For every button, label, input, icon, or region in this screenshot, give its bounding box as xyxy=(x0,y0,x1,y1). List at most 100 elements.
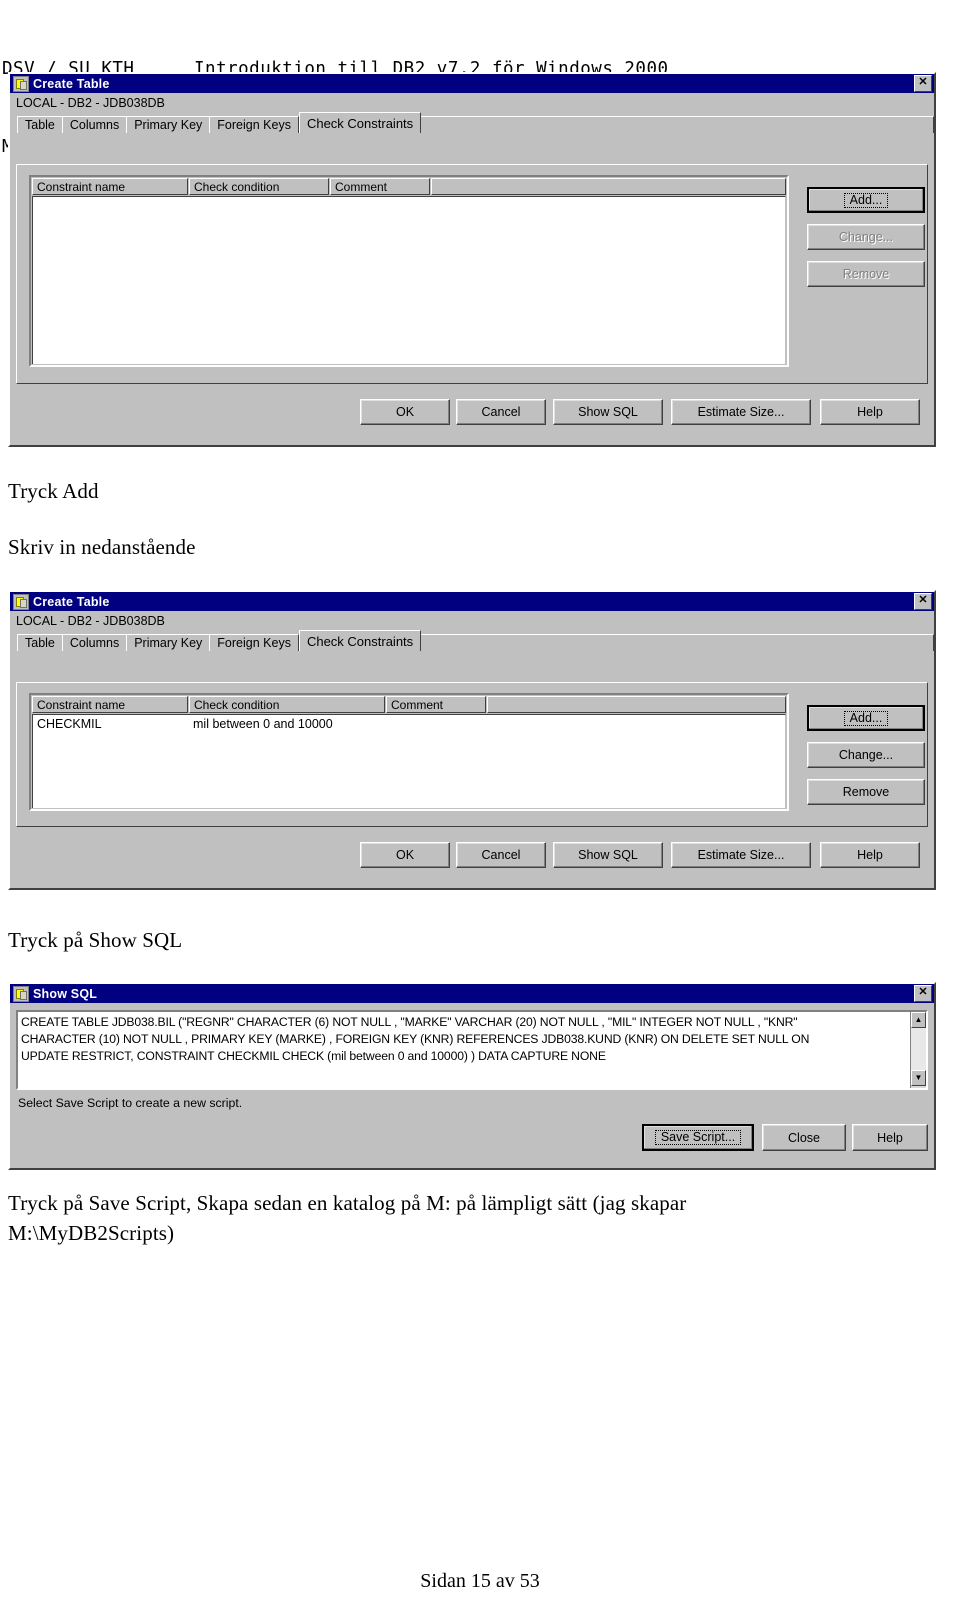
close-icon[interactable]: ✕ xyxy=(914,75,932,92)
close-icon[interactable]: ✕ xyxy=(914,593,932,610)
ok-button[interactable]: OK xyxy=(360,842,450,868)
change-button[interactable]: Change... xyxy=(807,224,925,250)
tab-table[interactable]: Table xyxy=(17,634,63,651)
dialog2-grid-header: Constraint name Check condition Comment xyxy=(31,695,787,713)
column-header-check-condition[interactable]: Check condition xyxy=(189,696,385,713)
dialog1-subtitle: LOCAL - DB2 - JDB038DB xyxy=(16,96,165,110)
help-button[interactable]: Help xyxy=(820,399,920,425)
add-button-label: Add... xyxy=(843,710,889,726)
estimate-size-button[interactable]: Estimate Size... xyxy=(671,399,811,425)
tab-columns[interactable]: Columns xyxy=(61,116,128,133)
create-table-dialog-empty: Create Table ✕ LOCAL - DB2 - JDB038DB Ta… xyxy=(8,72,936,447)
dialog3-titlebar: Show SQL ✕ xyxy=(10,984,934,1003)
estimate-size-button-label: Estimate Size... xyxy=(697,848,785,862)
dialog1-tabpage: Constraint name Check condition Comment … xyxy=(16,164,928,384)
dialog2-constraints-grid[interactable]: Constraint name Check condition Comment … xyxy=(29,693,789,811)
dialog1-constraints-grid[interactable]: Constraint name Check condition Comment xyxy=(29,175,789,367)
add-button[interactable]: Add... xyxy=(807,187,925,213)
help-button[interactable]: Help xyxy=(852,1124,928,1151)
create-table-dialog-filled: Create Table ✕ LOCAL - DB2 - JDB038DB Ta… xyxy=(8,590,936,890)
dialog1-grid-body[interactable] xyxy=(32,196,786,364)
ok-button[interactable]: OK xyxy=(360,399,450,425)
status-text: Select Save Script to create a new scrip… xyxy=(18,1096,243,1110)
sql-vertical-scrollbar[interactable]: ▲ ▼ xyxy=(910,1012,926,1088)
help-button[interactable]: Help xyxy=(820,842,920,868)
caption-tryck-show-sql: Tryck på Show SQL xyxy=(8,928,183,952)
scroll-down-icon[interactable]: ▼ xyxy=(911,1070,926,1086)
tab-primary-key[interactable]: Primary Key xyxy=(126,634,211,651)
show-sql-button-label: Show SQL xyxy=(578,405,638,419)
help-button-label: Help xyxy=(857,405,883,419)
column-header-comment[interactable]: Comment xyxy=(330,178,430,195)
dialog2-titlebar: Create Table ✕ xyxy=(10,592,934,611)
cancel-button[interactable]: Cancel xyxy=(456,842,546,868)
dialog1-title: Create Table xyxy=(33,76,110,91)
ok-button-label: OK xyxy=(395,405,415,419)
tab-columns[interactable]: Columns xyxy=(61,634,128,651)
change-button[interactable]: Change... xyxy=(807,742,925,768)
tabstrip-filler xyxy=(420,116,934,133)
column-header-filler xyxy=(431,178,786,195)
close-button[interactable]: Close xyxy=(762,1124,846,1151)
tab-table[interactable]: Table xyxy=(17,116,63,133)
show-sql-button[interactable]: Show SQL xyxy=(553,842,663,868)
cancel-button-label: Cancel xyxy=(481,848,521,862)
cancel-button[interactable]: Cancel xyxy=(456,399,546,425)
ok-button-label: OK xyxy=(395,848,415,862)
show-sql-dialog: Show SQL ✕ CREATE TABLE JDB038.BIL ("REG… xyxy=(8,982,936,1170)
add-button[interactable]: Add... xyxy=(807,705,925,731)
scroll-up-icon[interactable]: ▲ xyxy=(911,1012,926,1028)
close-button-label: Close xyxy=(788,1130,820,1145)
table-row[interactable]: CHECKMIL mil between 0 and 10000 xyxy=(33,715,785,732)
tab-check-constraints[interactable]: Check Constraints xyxy=(298,630,422,651)
change-button-label: Change... xyxy=(838,230,894,244)
column-header-check-condition[interactable]: Check condition xyxy=(189,178,329,195)
tab-check-constraints[interactable]: Check Constraints xyxy=(298,112,422,133)
dialog2-title: Create Table xyxy=(33,594,110,609)
save-script-button[interactable]: Save Script... xyxy=(642,1124,754,1151)
dialog2-tabpage: Constraint name Check condition Comment … xyxy=(16,682,928,827)
remove-button[interactable]: Remove xyxy=(807,261,925,287)
sql-line-2: CHARACTER (10) NOT NULL , PRIMARY KEY (M… xyxy=(21,1032,810,1046)
tab-foreign-keys[interactable]: Foreign Keys xyxy=(209,116,299,133)
sql-line-3: UPDATE RESTRICT, CONSTRAINT CHECKMIL CHE… xyxy=(21,1049,606,1063)
page-footer: Sidan 15 av 53 xyxy=(420,1570,540,1592)
dialog3-title: Show SQL xyxy=(33,986,98,1001)
dialog2-grid-body[interactable]: CHECKMIL mil between 0 and 10000 xyxy=(32,714,786,808)
close-icon[interactable]: ✕ xyxy=(914,985,932,1002)
column-header-constraint-name[interactable]: Constraint name xyxy=(32,178,188,195)
dialog2-subtitle: LOCAL - DB2 - JDB038DB xyxy=(16,614,165,628)
tab-primary-key[interactable]: Primary Key xyxy=(126,116,211,133)
dialog1-titlebar: Create Table ✕ xyxy=(10,74,934,93)
table-icon xyxy=(13,75,29,92)
caption-tryck-add: Tryck Add xyxy=(8,479,99,503)
cell-constraint-name: CHECKMIL xyxy=(37,716,102,731)
caption-skriv-in: Skriv in nedanstående xyxy=(8,535,196,559)
help-button-label: Help xyxy=(857,848,883,862)
cell-check-condition: mil between 0 and 10000 xyxy=(193,716,333,731)
caption-save-script-line1: Tryck på Save Script, Skapa sedan en kat… xyxy=(8,1191,687,1215)
help-button-label: Help xyxy=(877,1130,903,1145)
scroll-track[interactable] xyxy=(911,1028,926,1070)
add-button-label: Add... xyxy=(843,192,889,208)
save-script-button-label: Save Script... xyxy=(654,1130,742,1145)
table-icon xyxy=(13,985,29,1002)
cancel-button-label: Cancel xyxy=(481,405,521,419)
change-button-label: Change... xyxy=(838,748,894,762)
show-sql-button[interactable]: Show SQL xyxy=(553,399,663,425)
remove-button-label: Remove xyxy=(842,267,890,281)
dialog1-tabstrip: Table Columns Primary Key Foreign Keys C… xyxy=(10,112,934,133)
caption-save-script-line2: M:\MyDB2Scripts) xyxy=(8,1221,175,1245)
sql-text-area[interactable]: CREATE TABLE JDB038.BIL ("REGNR" CHARACT… xyxy=(16,1010,928,1090)
remove-button-label: Remove xyxy=(842,785,890,799)
dialog1-grid-header: Constraint name Check condition Comment xyxy=(31,177,787,195)
show-sql-button-label: Show SQL xyxy=(578,848,638,862)
tab-foreign-keys[interactable]: Foreign Keys xyxy=(209,634,299,651)
sql-line-1: CREATE TABLE JDB038.BIL ("REGNR" CHARACT… xyxy=(21,1015,798,1029)
column-header-constraint-name[interactable]: Constraint name xyxy=(32,696,188,713)
table-icon xyxy=(13,593,29,610)
remove-button[interactable]: Remove xyxy=(807,779,925,805)
estimate-size-button[interactable]: Estimate Size... xyxy=(671,842,811,868)
tabstrip-filler xyxy=(420,634,934,651)
column-header-comment[interactable]: Comment xyxy=(386,696,486,713)
